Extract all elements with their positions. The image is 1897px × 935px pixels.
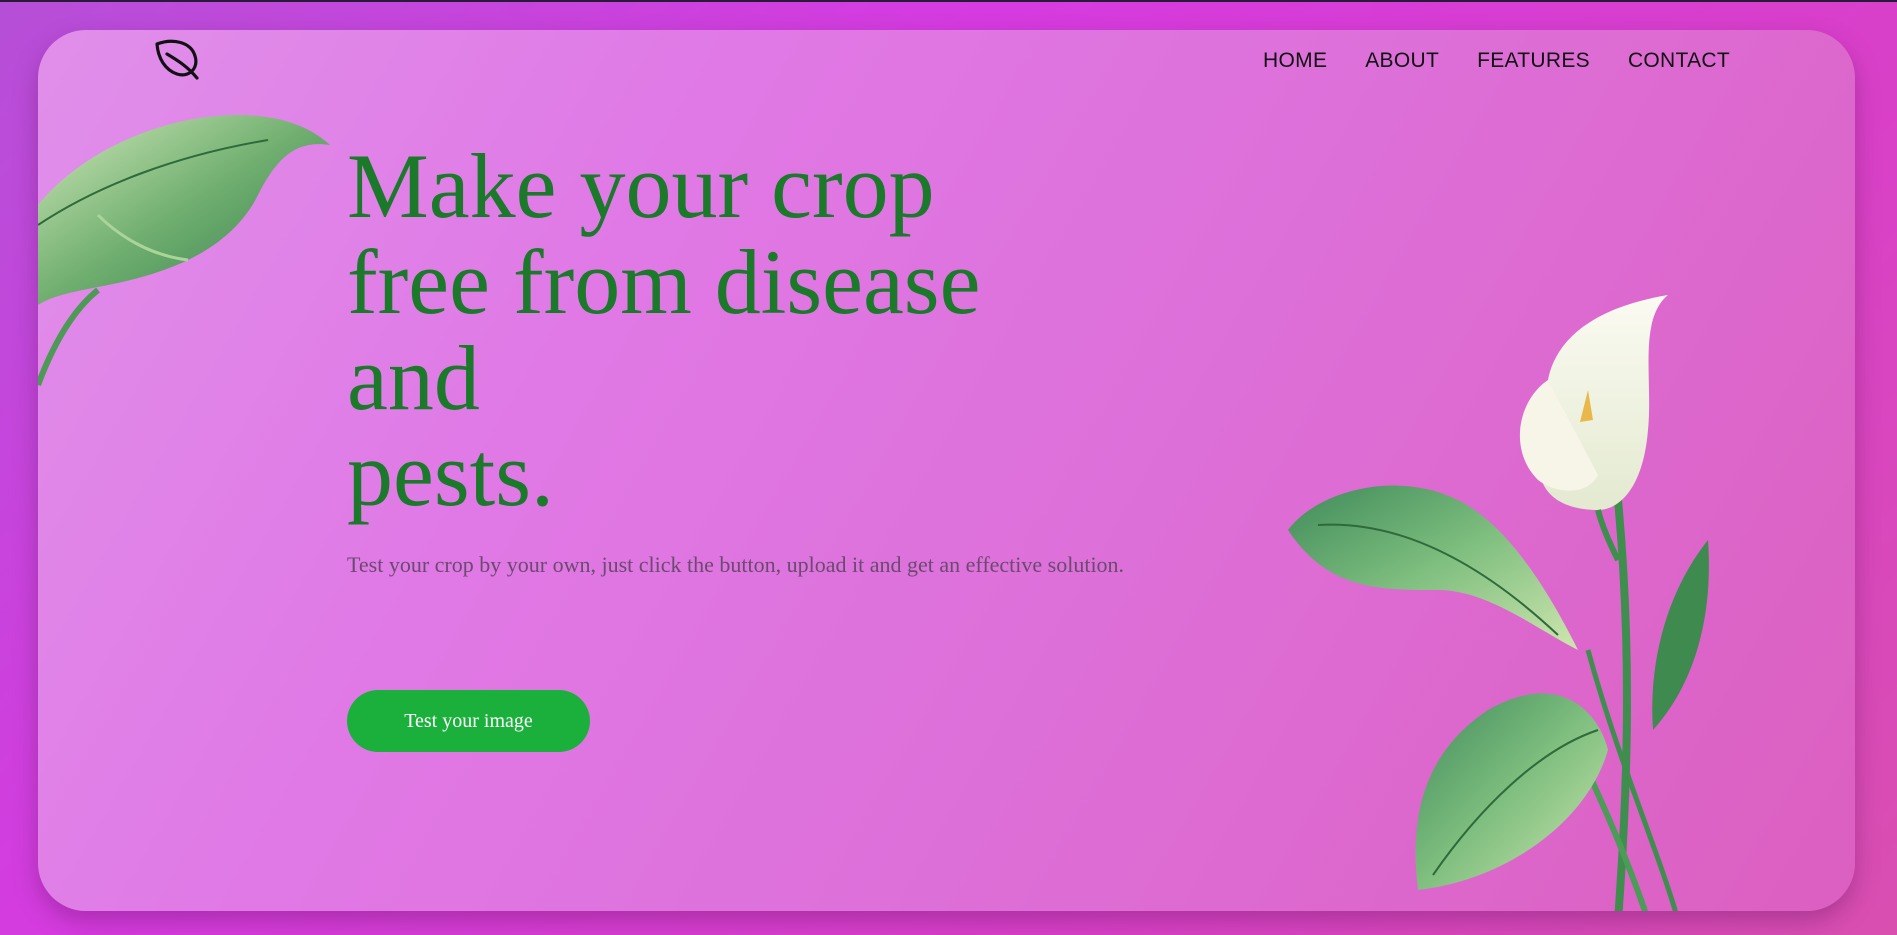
- decorative-leaf-image: [38, 115, 330, 387]
- main-nav: HOME ABOUT FEATURES CONTACT: [1263, 49, 1730, 73]
- calla-lily-image: [1288, 295, 1709, 911]
- test-image-button[interactable]: Test your image: [347, 690, 590, 752]
- hero-headline-line: Make your crop: [347, 135, 935, 237]
- hero-subtitle: Test your crop by your own, just click t…: [347, 552, 1125, 577]
- nav-about-link[interactable]: ABOUT: [1365, 49, 1439, 73]
- nav-home-link[interactable]: HOME: [1263, 49, 1327, 73]
- nav-contact-link[interactable]: CONTACT: [1628, 49, 1730, 73]
- hero-headline-line: pests.: [347, 423, 554, 525]
- leaf-icon[interactable]: [153, 38, 203, 84]
- hero-card: HOME ABOUT FEATURES CONTACT Make your cr…: [38, 30, 1855, 911]
- nav-features-link[interactable]: FEATURES: [1477, 49, 1590, 73]
- hero-headline: Make your crop free from disease and pes…: [347, 138, 1107, 522]
- hero-headline-line: free from disease: [347, 231, 981, 333]
- top-border: [0, 0, 1897, 2]
- hero-headline-line: and: [347, 327, 480, 429]
